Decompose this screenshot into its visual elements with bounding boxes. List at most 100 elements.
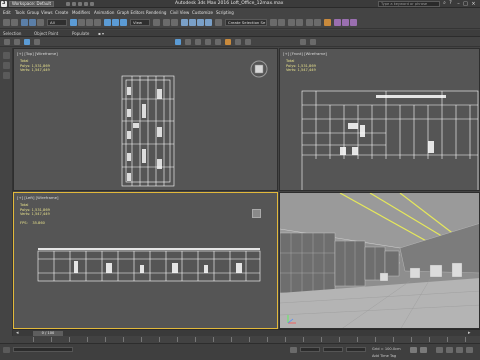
menu-animation[interactable]: Animation bbox=[94, 10, 114, 15]
help-icon[interactable]: ? bbox=[448, 1, 453, 6]
explorer-spacewarps-icon[interactable] bbox=[205, 39, 211, 45]
maximize-button[interactable]: □ bbox=[462, 1, 469, 7]
tab-populate[interactable]: Populate bbox=[72, 31, 89, 36]
menu-customize[interactable]: Customize bbox=[192, 10, 213, 15]
edit-named-selection-icon[interactable] bbox=[215, 19, 222, 26]
curve-editor-icon[interactable] bbox=[306, 19, 313, 26]
angle-snap-icon[interactable] bbox=[189, 19, 196, 26]
save-file-icon[interactable] bbox=[78, 2, 82, 6]
explorer-bones-icon[interactable] bbox=[235, 39, 241, 45]
app-logo-icon[interactable] bbox=[1, 0, 7, 7]
auto-key-button[interactable] bbox=[410, 347, 417, 353]
viewport-perspective[interactable] bbox=[279, 192, 480, 329]
play-button[interactable] bbox=[436, 347, 443, 353]
explorer-groups-icon[interactable] bbox=[215, 39, 221, 45]
tab-selection[interactable]: Selection bbox=[3, 31, 21, 36]
reference-coordinate-dropdown[interactable]: View bbox=[130, 19, 150, 26]
viewport-config-icon[interactable] bbox=[252, 209, 261, 218]
new-file-icon[interactable] bbox=[66, 2, 70, 6]
explorer-xrefs-icon[interactable] bbox=[225, 39, 231, 45]
keyboard-shortcut-icon[interactable] bbox=[171, 19, 178, 26]
menu-civil-view[interactable]: Civil View bbox=[170, 10, 189, 15]
track-bar[interactable] bbox=[13, 336, 480, 343]
undo-tool-icon[interactable] bbox=[3, 19, 10, 26]
explorer-display-icon[interactable] bbox=[14, 39, 20, 45]
move-icon[interactable] bbox=[104, 19, 111, 26]
explorer-hidden-icon[interactable] bbox=[310, 39, 316, 45]
percent-snap-icon[interactable] bbox=[197, 19, 204, 26]
menu-rendering[interactable]: Rendering bbox=[146, 10, 166, 15]
explorer-frozen-icon[interactable] bbox=[300, 39, 306, 45]
y-coordinate-field[interactable] bbox=[323, 347, 343, 352]
menu-graph-editors[interactable]: Graph Editors bbox=[117, 10, 144, 15]
menu-edit[interactable]: Edit bbox=[3, 10, 11, 15]
material-editor-icon[interactable] bbox=[324, 19, 331, 26]
named-selection-set-dropdown[interactable]: Create Selection Se bbox=[225, 19, 267, 26]
maxscript-mini-listener[interactable] bbox=[13, 347, 73, 352]
explorer-geometry-icon[interactable] bbox=[24, 39, 30, 45]
maxscript-listener-icon[interactable] bbox=[3, 347, 10, 353]
render-setup-icon[interactable] bbox=[334, 19, 341, 26]
z-coordinate-field[interactable] bbox=[346, 347, 366, 352]
next-frame-button[interactable] bbox=[446, 347, 453, 353]
rail-sort-icon[interactable] bbox=[3, 72, 10, 79]
align-icon[interactable] bbox=[278, 19, 285, 26]
time-slider[interactable]: ◂ 0 / 100 ▸ bbox=[13, 329, 480, 336]
scene-explorer-icon[interactable] bbox=[288, 19, 295, 26]
viewport-front[interactable]: [+] [Front] [Wireframe] Total Polys: 1,53… bbox=[279, 48, 480, 191]
select-object-icon[interactable] bbox=[70, 19, 77, 26]
explorer-cameras-icon[interactable] bbox=[185, 39, 191, 45]
menu-views[interactable]: Views bbox=[41, 10, 53, 15]
open-file-icon[interactable] bbox=[72, 2, 76, 6]
mirror-icon[interactable] bbox=[270, 19, 277, 26]
orbit-button[interactable] bbox=[466, 347, 473, 353]
binoculars-icon[interactable]: ⌕ bbox=[442, 1, 447, 6]
rail-layers-icon[interactable] bbox=[3, 62, 10, 69]
render-production-icon[interactable] bbox=[350, 19, 357, 26]
close-button[interactable]: × bbox=[470, 1, 477, 7]
minimize-button[interactable]: – bbox=[455, 1, 462, 7]
scale-icon[interactable] bbox=[120, 19, 127, 26]
set-key-button[interactable] bbox=[420, 347, 427, 353]
explorer-lights-icon[interactable] bbox=[175, 39, 181, 45]
select-by-name-icon[interactable] bbox=[78, 19, 85, 26]
layer-explorer-icon[interactable] bbox=[296, 19, 303, 26]
viewcube-icon[interactable] bbox=[249, 59, 269, 79]
menu-create[interactable]: Create bbox=[55, 10, 68, 15]
selection-filter-dropdown[interactable]: All bbox=[47, 19, 67, 26]
schematic-view-icon[interactable] bbox=[314, 19, 321, 26]
ribbon-options-icon[interactable]: ▪ ▾ bbox=[98, 31, 104, 36]
undo-icon[interactable] bbox=[84, 2, 88, 6]
menu-group[interactable]: Group bbox=[27, 10, 39, 15]
select-manipulate-icon[interactable] bbox=[163, 19, 170, 26]
add-time-tag[interactable]: Add Time Tag bbox=[372, 354, 396, 358]
menu-modifiers[interactable]: Modifiers bbox=[72, 10, 90, 15]
tab-object-paint[interactable]: Object Paint bbox=[34, 31, 58, 36]
workspace-dropdown[interactable]: Workspace: Default bbox=[9, 1, 55, 7]
rendered-frame-window-icon[interactable] bbox=[342, 19, 349, 26]
snaps-toggle-icon[interactable] bbox=[181, 19, 188, 26]
pivot-center-icon[interactable] bbox=[153, 19, 160, 26]
explorer-helpers-icon[interactable] bbox=[195, 39, 201, 45]
redo-icon[interactable] bbox=[90, 2, 94, 6]
redo-tool-icon[interactable] bbox=[11, 19, 18, 26]
explorer-shapes-icon[interactable] bbox=[34, 39, 40, 45]
menu-scripting[interactable]: Scripting bbox=[216, 10, 234, 15]
zoom-extents-button[interactable] bbox=[456, 347, 463, 353]
window-crossing-icon[interactable] bbox=[94, 19, 101, 26]
unlink-icon[interactable] bbox=[29, 19, 36, 26]
explorer-filter-icon[interactable] bbox=[4, 39, 10, 45]
rectangular-selection-icon[interactable] bbox=[86, 19, 93, 26]
menu-tools[interactable]: Tools bbox=[15, 10, 25, 15]
rail-explorer-icon[interactable] bbox=[3, 52, 10, 59]
lock-selection-icon[interactable] bbox=[290, 347, 297, 353]
x-coordinate-field[interactable] bbox=[300, 347, 320, 352]
spinner-snap-icon[interactable] bbox=[205, 19, 212, 26]
viewport-left[interactable]: [+] [Left] [Wireframe] Total Polys: 1,531… bbox=[13, 192, 278, 329]
link-icon[interactable] bbox=[21, 19, 28, 26]
viewport-top[interactable]: [+] [Top] [Wireframe] Total Polys: 1,531,… bbox=[13, 48, 278, 191]
bind-space-warp-icon[interactable] bbox=[37, 19, 44, 26]
search-input[interactable]: Type a keyword or phrase bbox=[378, 1, 440, 7]
rotate-icon[interactable] bbox=[112, 19, 119, 26]
explorer-containers-icon[interactable] bbox=[245, 39, 251, 45]
